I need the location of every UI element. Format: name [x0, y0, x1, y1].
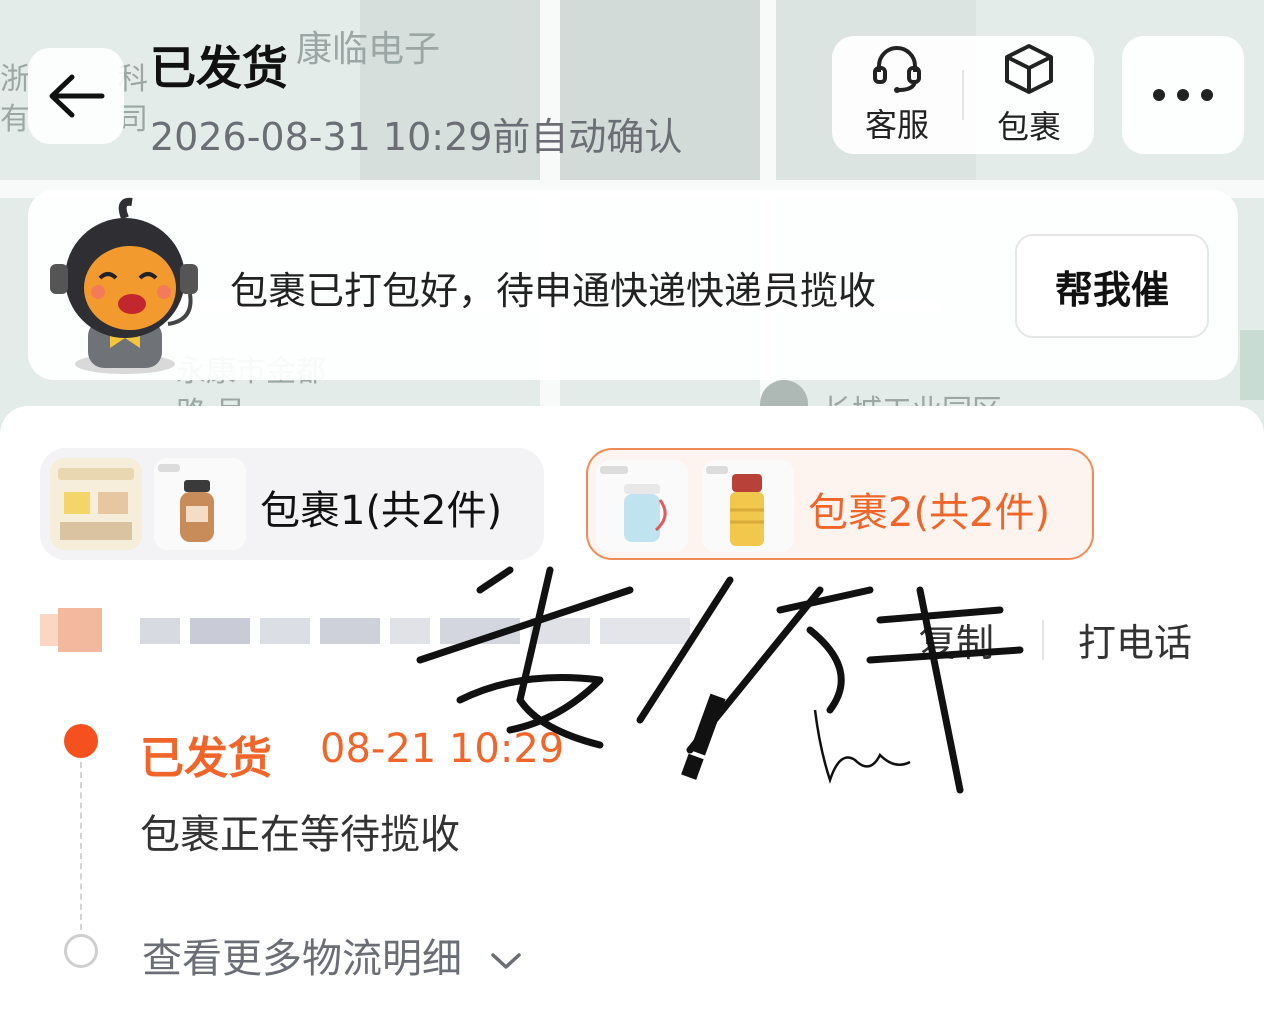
more-button[interactable] — [1122, 36, 1244, 154]
arrow-left-icon — [49, 74, 105, 118]
cup-image — [596, 460, 688, 552]
copy-button[interactable]: 复制 — [918, 612, 994, 667]
urge-button[interactable]: 帮我催 — [1015, 234, 1209, 338]
call-button[interactable]: 打电话 — [1078, 612, 1192, 667]
package-1-label: 包裹1(共2件) — [260, 488, 503, 534]
service-button[interactable]: 客服 — [832, 36, 962, 154]
package-1-thumb-b — [154, 458, 246, 550]
bottle-image — [154, 458, 246, 550]
more-logistics-link[interactable]: 查看更多物流明细 — [142, 926, 523, 984]
timeline-end-circle — [64, 934, 98, 968]
package-2-thumb-a — [596, 460, 688, 552]
timeline-line — [80, 762, 82, 930]
box-icon — [1005, 44, 1053, 94]
service-label: 客服 — [864, 106, 929, 144]
back-button[interactable] — [28, 48, 124, 144]
headset-icon — [873, 46, 921, 93]
timeline-current-dot — [64, 724, 98, 758]
package-1-thumb-a — [50, 458, 142, 550]
chevron-down-icon — [490, 953, 521, 969]
banner-message: 包裹已打包好，待申通快递快递员揽收 — [230, 269, 877, 313]
header-actions: 客服 包裹 — [832, 36, 1094, 154]
page-title: 已发货 — [150, 41, 288, 95]
contact-divider — [1042, 620, 1044, 660]
package-tab-2[interactable]: 包裹2(共2件) — [586, 448, 1094, 560]
tracking-status: 已发货 — [140, 733, 272, 784]
tracking-time: 08-21 10:29 — [320, 726, 565, 772]
receiver-info-blurred — [40, 608, 690, 652]
more-logistics-label: 查看更多物流明细 — [142, 936, 462, 982]
tumbler-image — [702, 460, 794, 552]
package-label: 包裹 — [996, 108, 1061, 146]
courier-mascot-icon — [50, 197, 198, 374]
package-2-thumb-b — [702, 460, 794, 552]
package-tab-1[interactable]: 包裹1(共2件) — [40, 448, 544, 560]
more-dots-icon — [1147, 86, 1219, 105]
package-2-label: 包裹2(共2件) — [808, 490, 1051, 536]
header: 已发货 2026-08-31 10:29前自动确认 客服 包裹 — [0, 0, 1264, 180]
auto-confirm-text: 2026-08-31 10:29前自动确认 — [150, 115, 683, 159]
tracking-description: 包裹正在等待揽收 — [140, 812, 460, 858]
gift-box-image — [50, 458, 142, 550]
package-button[interactable]: 包裹 — [964, 36, 1094, 154]
